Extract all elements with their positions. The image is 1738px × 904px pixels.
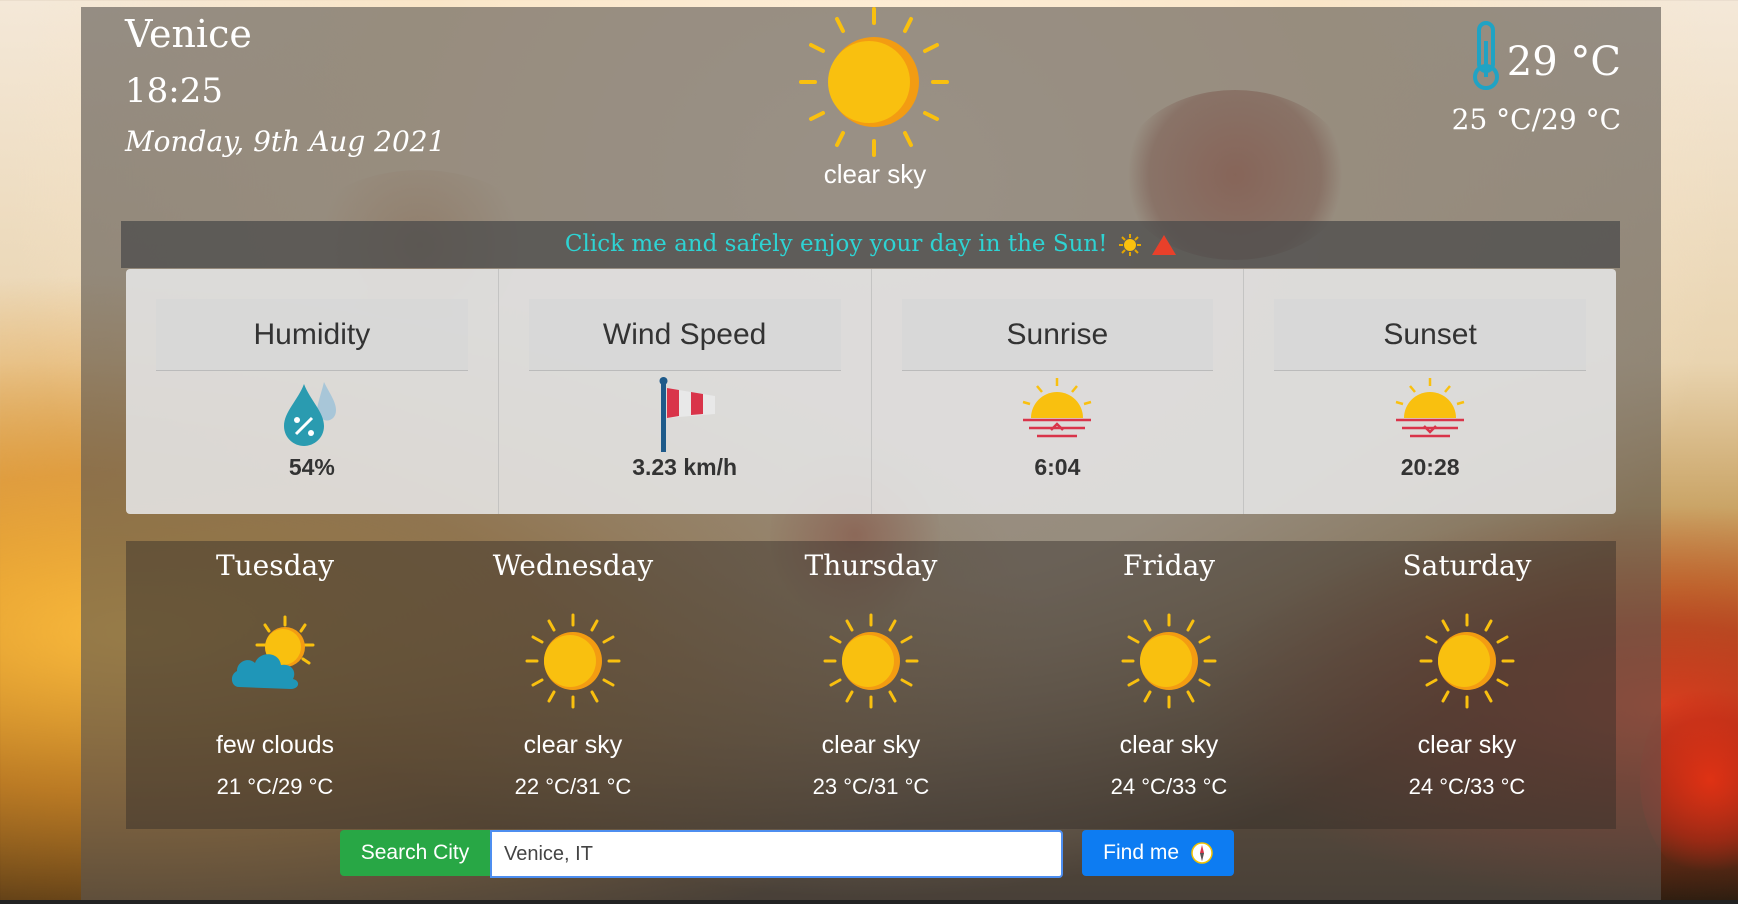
stat-value: 6:04 xyxy=(1034,454,1081,480)
stat-humidity: Humidity 54% xyxy=(126,269,499,514)
forecast-day-name: Saturday xyxy=(1402,549,1532,582)
current-temperature: 29 °C xyxy=(1506,39,1621,85)
sun-icon xyxy=(823,613,919,709)
forecast-row: Tuesday few clouds 21 °C/29 °C Wednesday xyxy=(126,541,1616,829)
sun-safety-banner[interactable]: Click me and safely enjoy your day in th… xyxy=(121,221,1620,268)
humidity-drop-icon xyxy=(283,382,336,446)
stat-value: 3.23 km/h xyxy=(632,454,738,480)
forecast-description: clear sky xyxy=(821,731,921,759)
forecast-day: Wednesday clear sky 22 °C/31 °C xyxy=(424,541,722,829)
current-temp-range: 25 °C/29 °C xyxy=(1451,103,1621,136)
forecast-day: Tuesday few clouds 21 °C/29 °C xyxy=(126,541,424,829)
compass-icon xyxy=(1191,842,1213,865)
current-description: clear sky xyxy=(823,159,927,189)
stat-sunrise: Sunrise 6:04 xyxy=(872,269,1245,514)
stat-label: Sunrise xyxy=(901,299,1214,371)
stat-wind-speed: Wind Speed 3.23 km/h xyxy=(499,269,872,514)
windsock-icon xyxy=(659,377,715,452)
stat-sunset: Sunset 20:28 xyxy=(1244,269,1616,514)
forecast-description: clear sky xyxy=(1417,731,1517,759)
stat-value: 20:28 xyxy=(1400,454,1460,480)
forecast-temp-range: 23 °C/31 °C xyxy=(812,774,930,799)
find-me-label: Find me xyxy=(1103,841,1179,864)
sun-icon xyxy=(799,7,949,157)
sun-icon xyxy=(525,613,621,709)
forecast-day: Saturday clear sky 24 °C/33 °C xyxy=(1318,541,1616,829)
forecast-day-name: Wednesday xyxy=(492,549,654,582)
banner-text: Click me and safely enjoy your day in th… xyxy=(564,231,1108,257)
city-search-input[interactable] xyxy=(490,830,1063,878)
stats-card: Humidity 54% Wind Speed 3.23 km/h Sunris… xyxy=(126,269,1616,514)
forecast-description: clear sky xyxy=(1119,731,1219,759)
sun-icon xyxy=(1419,613,1515,709)
forecast-day: Thursday clear sky 23 °C/31 °C xyxy=(722,541,1020,829)
forecast-day: Friday clear sky 24 °C/33 °C xyxy=(1020,541,1318,829)
sun-icon xyxy=(1121,613,1217,709)
forecast-day-name: Tuesday xyxy=(215,549,335,582)
forecast-temp-range: 24 °C/33 °C xyxy=(1110,774,1228,799)
stat-label: Humidity xyxy=(156,299,468,371)
find-me-button[interactable]: Find me xyxy=(1082,830,1234,876)
search-city-button[interactable]: Search City xyxy=(340,830,490,876)
stat-value: 54% xyxy=(288,454,335,480)
sunset-icon xyxy=(1395,378,1465,438)
forecast-description: clear sky xyxy=(523,731,623,759)
sunrise-icon xyxy=(1023,378,1092,438)
sun-face-icon xyxy=(1118,234,1141,256)
sun-cloud-icon xyxy=(231,615,315,689)
thermometer-icon xyxy=(1473,21,1499,90)
current-date: Monday, 9th Aug 2021 xyxy=(125,125,446,158)
forecast-temp-range: 24 °C/33 °C xyxy=(1408,774,1526,799)
stat-label: Sunset xyxy=(1274,299,1586,371)
forecast-temp-range: 22 °C/31 °C xyxy=(514,774,632,799)
warning-icon xyxy=(1152,235,1177,255)
forecast-day-name: Friday xyxy=(1122,549,1216,582)
stat-label: Wind Speed xyxy=(528,299,841,371)
current-time: 18:25 xyxy=(125,71,223,111)
bottom-border xyxy=(0,900,1738,904)
forecast-description: few clouds xyxy=(215,731,335,759)
forecast-day-name: Thursday xyxy=(804,549,938,582)
city-name: Venice xyxy=(125,12,252,56)
forecast-temp-range: 21 °C/29 °C xyxy=(216,774,334,799)
weather-panel: Venice 18:25 Monday, 9th Aug 2021 clear … xyxy=(81,7,1661,904)
